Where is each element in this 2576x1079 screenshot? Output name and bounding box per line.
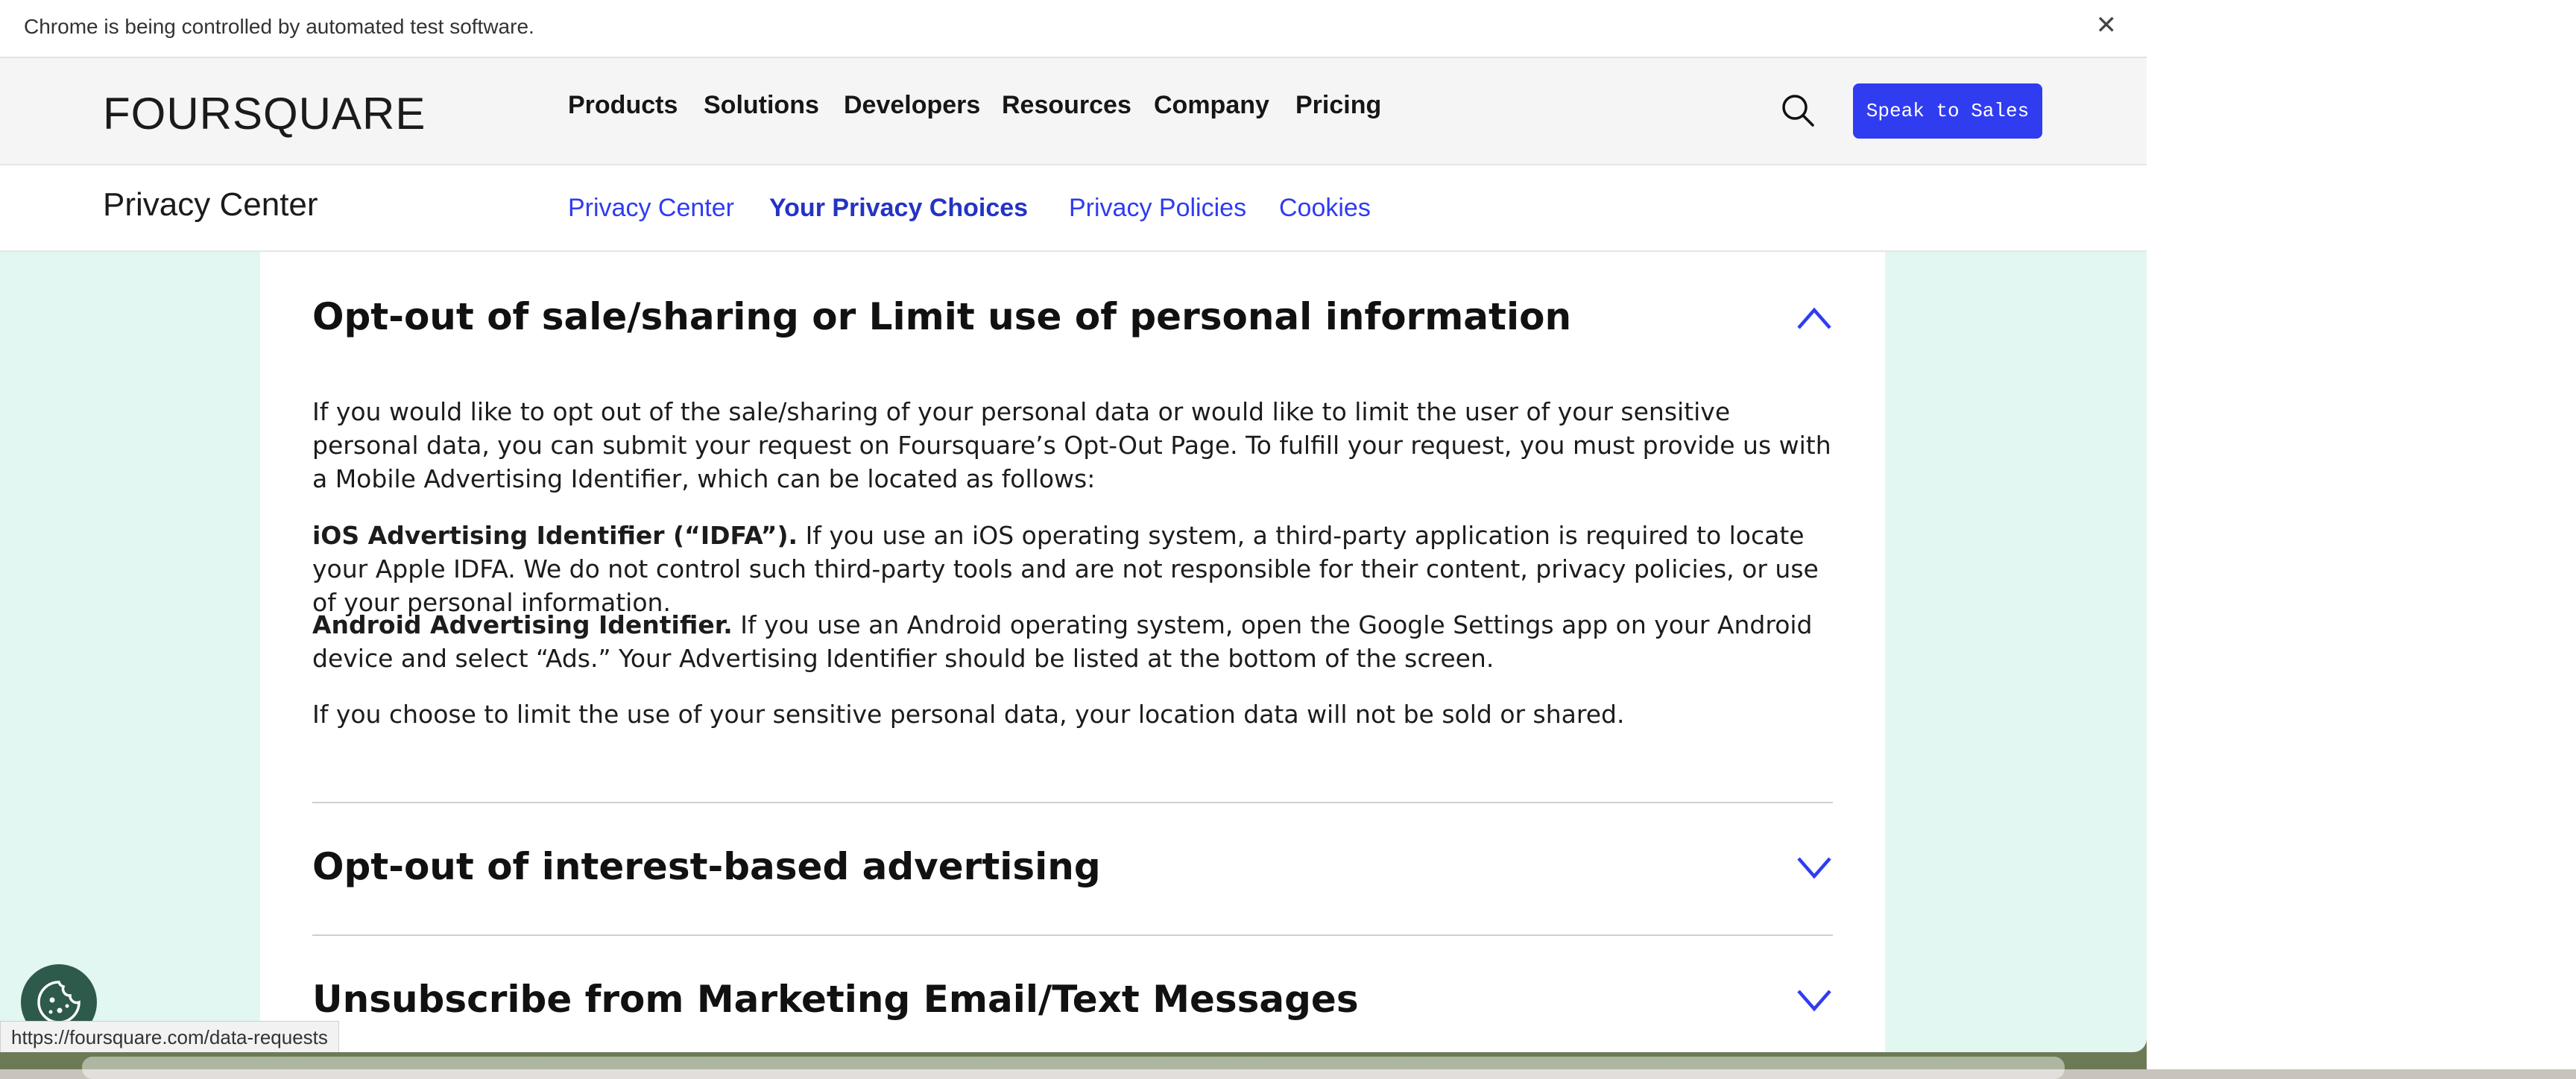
chevron-down-icon[interactable] xyxy=(1796,855,1833,882)
ios-paragraph: iOS Advertising Identifier (“IDFA”). If … xyxy=(312,519,1833,619)
subnav-your-privacy-choices[interactable]: Your Privacy Choices xyxy=(769,194,1028,223)
ios-label: iOS Advertising Identifier (“IDFA”). xyxy=(312,521,798,550)
dock xyxy=(82,1057,2065,1079)
close-icon[interactable]: ✕ xyxy=(2096,10,2118,40)
android-paragraph: Android Advertising Identifier. If you u… xyxy=(312,608,1833,675)
chevron-up-icon[interactable] xyxy=(1796,304,1833,331)
divider xyxy=(312,934,1833,936)
search-icon[interactable] xyxy=(1780,92,1816,128)
speak-to-sales-button[interactable]: Speak to Sales xyxy=(1853,83,2042,139)
nav-developers[interactable]: Developers xyxy=(844,91,980,120)
nav-resources[interactable]: Resources xyxy=(1002,91,1131,120)
automation-infobar: Chrome is being controlled by automated … xyxy=(0,0,2147,58)
android-label: Android Advertising Identifier. xyxy=(312,610,733,639)
subnav-privacy-policies[interactable]: Privacy Policies xyxy=(1069,194,1246,223)
subnav-cookies[interactable]: Cookies xyxy=(1279,194,1371,223)
automation-message: Chrome is being controlled by automated … xyxy=(24,15,534,38)
subnav-privacy-center[interactable]: Privacy Center xyxy=(568,194,734,223)
nav-pricing[interactable]: Pricing xyxy=(1295,91,1381,120)
main-navigation: FOURSQUARE Products Solutions Developers… xyxy=(0,58,2147,165)
privacy-choices-card: Opt-out of sale/sharing or Limit use of … xyxy=(260,252,1885,1052)
accordion-title-unsubscribe[interactable]: Unsubscribe from Marketing Email/Text Me… xyxy=(312,978,1359,1021)
privacy-center-title: Privacy Center xyxy=(103,186,318,223)
foursquare-logo[interactable]: FOURSQUARE xyxy=(103,88,426,139)
limit-paragraph: If you choose to limit the use of your s… xyxy=(312,700,1625,729)
nav-products[interactable]: Products xyxy=(568,91,678,120)
nav-solutions[interactable]: Solutions xyxy=(704,91,819,120)
accordion-title-opt-out-sale[interactable]: Opt-out of sale/sharing or Limit use of … xyxy=(312,295,1571,338)
divider xyxy=(312,802,1833,803)
desktop-right-area xyxy=(2147,0,2576,1069)
chevron-down-icon[interactable] xyxy=(1796,988,1833,1015)
nav-company[interactable]: Company xyxy=(1154,91,1269,120)
cookie-icon xyxy=(37,981,80,1024)
section1-intro: If you would like to opt out of the sale… xyxy=(312,397,1831,493)
status-bar-url: https://foursquare.com/data-requests xyxy=(0,1021,339,1052)
accordion-title-interest-based[interactable]: Opt-out of interest-based advertising xyxy=(312,845,1101,888)
browser-viewport: Chrome is being controlled by automated … xyxy=(0,0,2147,1052)
privacy-subnav: Privacy Center Privacy Center Your Priva… xyxy=(0,165,2147,252)
